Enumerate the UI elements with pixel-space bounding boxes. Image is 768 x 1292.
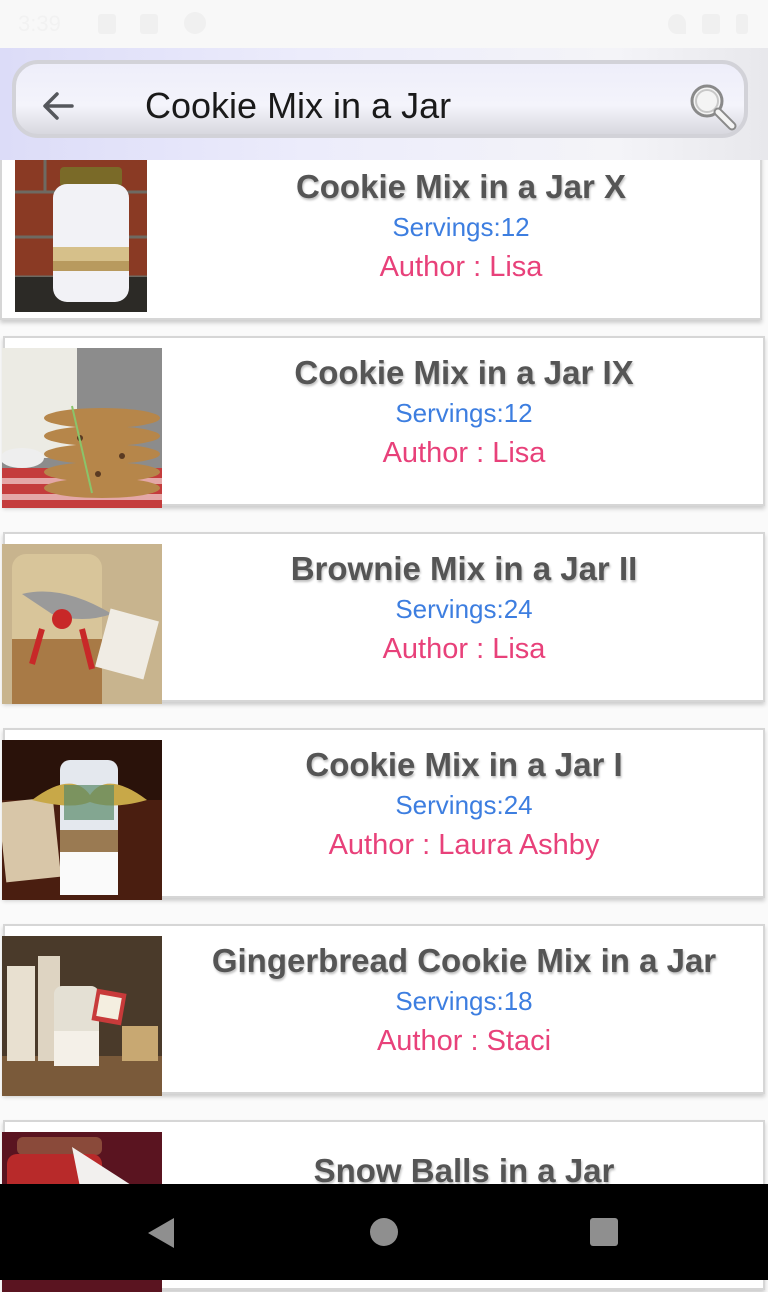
back-triangle-icon[interactable] xyxy=(146,1216,176,1255)
recipe-card[interactable]: Cookie Mix in a Jar IX Servings:12 Autho… xyxy=(2,336,765,508)
recipe-title: Cookie Mix in a Jar X xyxy=(295,168,627,205)
notification-icon xyxy=(140,14,158,34)
signal-icon xyxy=(702,14,720,34)
recipe-servings: Servings:12 xyxy=(392,212,530,242)
battery-icon xyxy=(736,14,748,34)
recipe-card[interactable]: Gingerbread Cookie Mix in a Jar Servings… xyxy=(2,924,765,1096)
status-bar: 3:39 xyxy=(0,0,768,48)
recipe-author: Author : Laura Ashby xyxy=(328,829,600,861)
recipe-info: Cookie Mix in a Jar IX Servings:12 Autho… xyxy=(165,352,763,474)
recipe-info: Cookie Mix in a Jar I Servings:24 Author… xyxy=(165,744,763,866)
recipe-info: Cookie Mix in a Jar X Servings:12 Author… xyxy=(162,166,760,288)
recipe-card[interactable]: Brownie Mix in a Jar II Servings:24 Auth… xyxy=(2,532,765,704)
recipe-servings: Servings:24 xyxy=(395,790,533,820)
recipe-title: Cookie Mix in a Jar I xyxy=(305,746,623,783)
recipe-servings: Servings:18 xyxy=(395,986,533,1016)
recipe-author: Author : Lisa xyxy=(379,251,543,283)
search-icon[interactable] xyxy=(686,80,738,132)
notification-icon xyxy=(184,12,206,34)
recipe-info: Gingerbread Cookie Mix in a Jar Servings… xyxy=(165,940,763,1062)
recipe-title: Cookie Mix in a Jar IX xyxy=(294,354,634,391)
recipe-card[interactable]: Cookie Mix in a Jar X Servings:12 Author… xyxy=(0,150,762,320)
recipe-author: Author : Lisa xyxy=(382,437,546,469)
recipe-image xyxy=(2,740,162,900)
recipe-card[interactable]: Cookie Mix in a Jar I Servings:24 Author… xyxy=(2,728,765,900)
home-circle-icon[interactable] xyxy=(368,1216,400,1253)
recipe-image xyxy=(2,544,162,704)
recipe-title: Gingerbread Cookie Mix in a Jar xyxy=(211,942,717,979)
page-title: Cookie Mix in a Jar xyxy=(145,85,452,126)
recipe-info: Brownie Mix in a Jar II Servings:24 Auth… xyxy=(165,548,763,670)
recipe-servings: Servings:12 xyxy=(395,398,533,428)
status-time: 3:39 xyxy=(18,11,61,36)
recipe-image xyxy=(2,348,162,508)
arrow-left-icon[interactable] xyxy=(38,86,78,126)
recipe-title: Brownie Mix in a Jar II xyxy=(290,550,638,587)
notification-icon xyxy=(98,14,116,34)
system-nav-bar xyxy=(0,1184,768,1280)
recipe-servings: Servings:24 xyxy=(395,594,533,624)
recipe-image xyxy=(15,152,147,312)
recipe-image xyxy=(2,936,162,1096)
recents-square-icon[interactable] xyxy=(588,1216,620,1253)
wifi-icon xyxy=(668,14,686,34)
recipe-author: Author : Lisa xyxy=(382,633,546,665)
recipe-author: Author : Staci xyxy=(376,1025,552,1057)
